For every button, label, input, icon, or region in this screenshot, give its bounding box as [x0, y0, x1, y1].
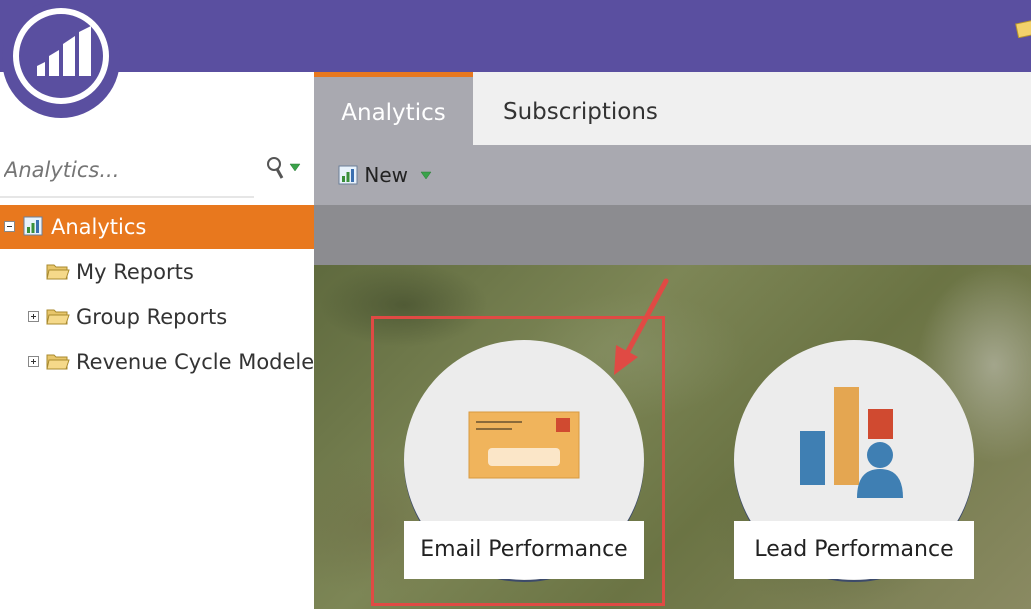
tile-lead-performance[interactable]: Lead Performance: [734, 340, 974, 580]
collapse-icon[interactable]: [4, 221, 15, 232]
folder-icon: [46, 354, 70, 370]
chevron-down-icon[interactable]: [420, 171, 432, 181]
top-header-bar: [0, 0, 1031, 72]
notes-icon[interactable]: [1015, 20, 1031, 38]
tree-label: Group Reports: [76, 305, 228, 329]
arrow-annotation-icon: [614, 278, 669, 375]
tree-item-my-reports[interactable]: My Reports: [0, 250, 314, 294]
new-analytics-icon: [338, 165, 358, 185]
search-filter-icon[interactable]: [262, 154, 308, 182]
tree-label: My Reports: [76, 260, 194, 284]
folder-icon: [46, 264, 70, 280]
toolbar: New: [314, 145, 1031, 205]
analytics-icon: [23, 216, 43, 236]
tiles-canvas: Email Performance Lead Performance: [314, 265, 1031, 609]
lead-chart-icon: [800, 387, 903, 498]
new-button[interactable]: New: [338, 162, 432, 188]
search-underline: [0, 196, 254, 198]
tab-subscriptions[interactable]: Subscriptions: [503, 72, 658, 145]
folder-icon: [46, 309, 70, 325]
tile-label: Lead Performance: [734, 521, 974, 579]
new-button-label: New: [364, 163, 408, 187]
main-panel: Analytics Subscriptions New Email Perfor…: [314, 72, 1031, 609]
tab-analytics[interactable]: Analytics: [314, 72, 473, 145]
expand-icon[interactable]: [28, 311, 39, 322]
tree-item-group-reports[interactable]: Group Reports: [0, 295, 314, 339]
app-logo[interactable]: [2, 0, 120, 118]
tree-label-analytics: Analytics: [51, 215, 147, 239]
search-input[interactable]: [0, 145, 252, 195]
marketo-logo-icon: [37, 26, 91, 76]
tree-item-revenue-cycle-modeler[interactable]: Revenue Cycle Modeler: [0, 340, 323, 384]
expand-icon[interactable]: [28, 356, 39, 367]
tab-bar: Analytics Subscriptions: [314, 72, 1031, 145]
content-header-band: [314, 205, 1031, 265]
logo-ring: [13, 8, 109, 104]
tree-item-analytics[interactable]: Analytics: [0, 205, 314, 249]
tree-label: Revenue Cycle Modeler: [76, 350, 323, 374]
